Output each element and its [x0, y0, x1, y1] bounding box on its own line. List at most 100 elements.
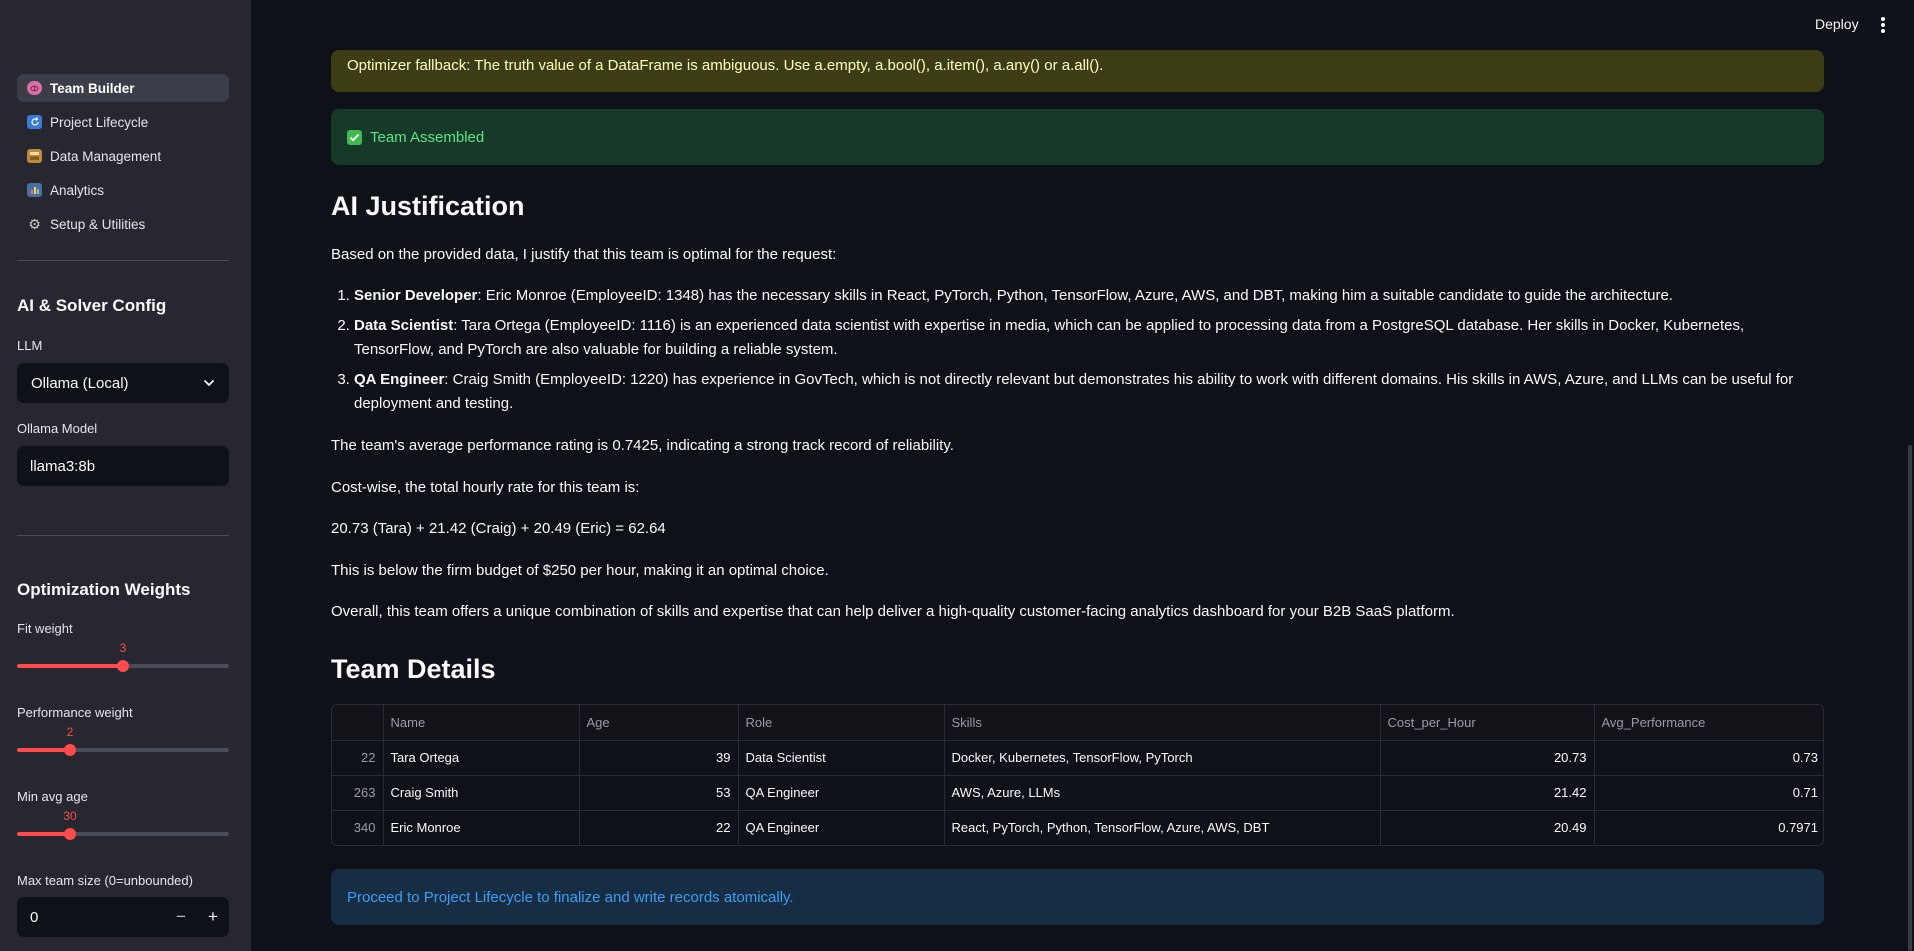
- role-name: Senior Developer: [354, 287, 478, 304]
- slider-value: 3: [119, 641, 127, 655]
- team-details-heading: Team Details: [331, 654, 496, 684]
- ollama-model-label: Ollama Model: [17, 421, 98, 436]
- ollama-model-input[interactable]: [17, 446, 229, 486]
- sidebar-nav: Team Builder Project Lifecycle Data Mana…: [17, 74, 229, 244]
- list-item: Senior Developer: Eric Monroe (EmployeeI…: [354, 284, 1821, 308]
- table-cell[interactable]: 53: [579, 775, 739, 811]
- table-cell[interactable]: Eric Monroe: [383, 810, 580, 845]
- role-text: : Tara Ortega (EmployeeID: 1116) is an e…: [354, 317, 1745, 358]
- nav-item-analytics[interactable]: Analytics: [17, 176, 229, 204]
- column-header[interactable]: Cost_per_Hour: [1380, 705, 1595, 741]
- nav-label: Setup & Utilities: [50, 216, 146, 232]
- table-cell[interactable]: Craig Smith: [383, 775, 580, 811]
- column-header[interactable]: [332, 705, 384, 741]
- deploy-button[interactable]: Deploy: [1815, 16, 1859, 32]
- bar-chart-icon: [27, 183, 42, 197]
- role-name: QA Engineer: [354, 371, 445, 388]
- table-cell[interactable]: 340: [332, 810, 384, 845]
- cost-sum-paragraph: 20.73 (Tara) + 21.42 (Craig) + 20.49 (Er…: [331, 520, 666, 537]
- llm-selected-value: Ollama (Local): [31, 374, 129, 392]
- min-avg-age-slider[interactable]: 30: [17, 809, 229, 843]
- column-header[interactable]: Age: [579, 705, 739, 741]
- table-cell[interactable]: 39: [579, 740, 739, 776]
- nav-label: Data Management: [50, 148, 162, 164]
- sidebar: Team Builder Project Lifecycle Data Mana…: [0, 0, 251, 951]
- table-cell[interactable]: 0.7971: [1594, 810, 1823, 845]
- warning-text: Optimizer fallback: The truth value of a…: [347, 57, 1104, 74]
- slider-thumb[interactable]: [64, 828, 76, 840]
- table-cell[interactable]: Docker, Kubernetes, TensorFlow, PyTorch: [944, 740, 1381, 776]
- table-cell[interactable]: 0.73: [1594, 740, 1823, 776]
- slider-thumb[interactable]: [64, 744, 76, 756]
- gear-icon: ⚙: [28, 216, 41, 232]
- performance-weight-slider[interactable]: 2: [17, 725, 229, 759]
- justification-intro: Based on the provided data, I justify th…: [331, 246, 837, 263]
- main-scrollbar[interactable]: [1908, 445, 1912, 951]
- column-header[interactable]: Role: [738, 705, 945, 741]
- cost-paragraph: Cost-wise, the total hourly rate for thi…: [331, 479, 640, 496]
- table-cell[interactable]: 22: [579, 810, 739, 845]
- slider-thumb[interactable]: [117, 660, 129, 672]
- nav-label: Team Builder: [50, 80, 135, 96]
- llm-select[interactable]: Ollama (Local): [17, 363, 229, 403]
- table-row: 263 Craig Smith 53 QA Engineer AWS, Azur…: [332, 775, 1823, 811]
- table-cell[interactable]: AWS, Azure, LLMs: [944, 775, 1381, 811]
- slider-value: 30: [63, 809, 77, 823]
- table-cell[interactable]: Data Scientist: [738, 740, 945, 776]
- increment-button[interactable]: +: [197, 897, 229, 937]
- table-cell[interactable]: React, PyTorch, Python, TensorFlow, Azur…: [944, 810, 1381, 845]
- kebab-menu-icon[interactable]: [1878, 15, 1888, 35]
- performance-weight-label: Performance weight: [17, 705, 133, 720]
- table-cell[interactable]: 0.71: [1594, 775, 1823, 811]
- avg-performance-paragraph: The team's average performance rating is…: [331, 437, 954, 454]
- table-cell[interactable]: 263: [332, 775, 384, 811]
- success-alert: Team Assembled: [331, 109, 1824, 165]
- table-header-row: Name Age Role Skills Cost_per_Hour Avg_P…: [332, 705, 1823, 741]
- check-icon: [347, 129, 362, 145]
- sidebar-divider: [17, 535, 229, 536]
- sidebar-divider: [17, 260, 229, 261]
- table-cell[interactable]: QA Engineer: [738, 775, 945, 811]
- max-team-size-input: − +: [17, 897, 229, 937]
- column-header[interactable]: Avg_Performance: [1594, 705, 1823, 741]
- table-cell[interactable]: QA Engineer: [738, 810, 945, 845]
- info-alert: Proceed to Project Lifecycle to finalize…: [331, 869, 1824, 925]
- role-name: Data Scientist: [354, 317, 454, 334]
- cycle-icon: [27, 115, 42, 129]
- column-header[interactable]: Name: [383, 705, 580, 741]
- fit-weight-label: Fit weight: [17, 621, 73, 636]
- nav-item-team-builder[interactable]: Team Builder: [17, 74, 229, 102]
- brain-icon: [27, 81, 42, 95]
- llm-label: LLM: [17, 338, 43, 353]
- table-cell[interactable]: 20.73: [1380, 740, 1595, 776]
- database-icon: [27, 149, 42, 163]
- optimization-weights-heading: Optimization Weights: [17, 580, 191, 599]
- column-header[interactable]: Skills: [944, 705, 1381, 741]
- role-text: : Craig Smith (EmployeeID: 1220) has exp…: [354, 371, 1794, 412]
- table-cell[interactable]: 20.49: [1380, 810, 1595, 845]
- nav-item-data-management[interactable]: Data Management: [17, 142, 229, 170]
- success-text: Team Assembled: [370, 128, 485, 146]
- ai-config-heading: AI & Solver Config: [17, 296, 167, 315]
- table-cell[interactable]: 21.42: [1380, 775, 1595, 811]
- nav-item-setup-utilities[interactable]: ⚙ Setup & Utilities: [17, 210, 229, 238]
- decrement-button[interactable]: −: [165, 897, 197, 937]
- nav-item-project-lifecycle[interactable]: Project Lifecycle: [17, 108, 229, 136]
- table-row: 22 Tara Ortega 39 Data Scientist Docker,…: [332, 740, 1823, 776]
- slider-fill: [17, 664, 123, 668]
- max-team-size-field[interactable]: [17, 908, 165, 926]
- list-item: QA Engineer: Craig Smith (EmployeeID: 12…: [354, 368, 1821, 416]
- role-text: : Eric Monroe (EmployeeID: 1348) has the…: [477, 287, 1673, 304]
- warning-alert: Optimizer fallback: The truth value of a…: [331, 50, 1824, 92]
- max-team-size-label: Max team size (0=unbounded): [17, 873, 193, 888]
- table-row: 340 Eric Monroe 22 QA Engineer React, Py…: [332, 810, 1823, 845]
- team-details-table[interactable]: Name Age Role Skills Cost_per_Hour Avg_P…: [331, 704, 1824, 846]
- overall-paragraph: Overall, this team offers a unique combi…: [331, 603, 1455, 620]
- fit-weight-slider[interactable]: 3: [17, 641, 229, 675]
- table-cell[interactable]: 22: [332, 740, 384, 776]
- slider-value: 2: [66, 725, 74, 739]
- nav-label: Analytics: [50, 182, 105, 198]
- budget-paragraph: This is below the firm budget of $250 pe…: [331, 562, 829, 579]
- slider-fill: [17, 748, 70, 752]
- table-cell[interactable]: Tara Ortega: [383, 740, 580, 776]
